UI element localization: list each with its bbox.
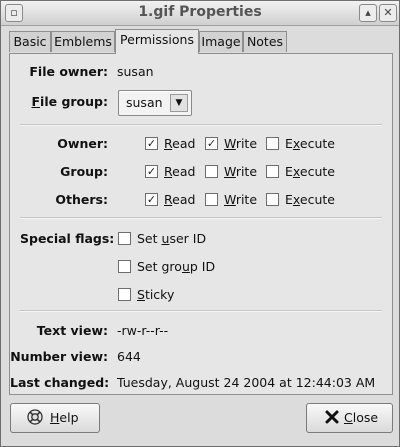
label-text: ead xyxy=(172,136,196,151)
checkbox-label: Sticky xyxy=(137,287,174,302)
mnemonic: x xyxy=(292,136,300,151)
empty-checkbox-icon xyxy=(205,193,218,206)
number-view-value: 644 xyxy=(117,349,141,364)
mnemonic: x xyxy=(292,164,300,179)
label-text: lose xyxy=(352,410,379,425)
tab-basic[interactable]: Basic xyxy=(9,31,51,52)
empty-checkbox-icon xyxy=(266,137,279,150)
close-icon: ✕ xyxy=(383,6,393,19)
mnemonic: R xyxy=(164,136,173,151)
file-group-select[interactable]: susan ▼ xyxy=(118,90,192,116)
mnemonic: x xyxy=(292,192,300,207)
label-text: ecute xyxy=(299,136,335,151)
close-button-label: Close xyxy=(344,410,378,425)
checkbox-label: Write xyxy=(224,164,257,179)
mnemonic: W xyxy=(224,164,236,179)
number-view-label: Number view: xyxy=(10,349,108,364)
mnemonic: R xyxy=(164,192,173,207)
last-changed-value: Tuesday, August 24 2004 at 12:44:03 AM xyxy=(117,375,376,390)
label-text: p ID xyxy=(189,259,216,274)
separator xyxy=(20,124,382,126)
empty-checkbox-icon xyxy=(118,260,131,273)
properties-window: ▫ 1.gif Properties ▴ ✕ Basic Emblems Per… xyxy=(0,0,400,447)
checkmark-icon: ✓ xyxy=(145,193,158,206)
label-text: Set xyxy=(137,231,162,246)
empty-checkbox-icon xyxy=(266,165,279,178)
mnemonic: W xyxy=(224,136,236,151)
owner-perm-label: Owner: xyxy=(57,136,108,151)
checkmark-icon: ✓ xyxy=(205,137,218,150)
special-flags-label: Special flags: xyxy=(20,231,115,246)
mnemonic: u xyxy=(181,259,190,274)
checkbox-label: Read xyxy=(164,136,195,151)
file-owner-label: File owner: xyxy=(29,64,108,79)
separator xyxy=(20,310,382,312)
label-text: ticky xyxy=(144,287,175,302)
checkbox-label: Execute xyxy=(285,164,335,179)
mnemonic: H xyxy=(50,410,60,425)
title-bar[interactable]: ▫ 1.gif Properties ▴ ✕ xyxy=(1,1,399,26)
tab-image[interactable]: Image xyxy=(199,31,243,52)
checkmark-icon: ✓ xyxy=(145,165,158,178)
empty-checkbox-icon xyxy=(118,288,131,301)
mnemonic: W xyxy=(224,192,236,207)
label-text: E xyxy=(285,136,293,151)
label-text: E xyxy=(285,192,293,207)
label-text: rite xyxy=(235,192,258,207)
checkbox-label: Write xyxy=(224,136,257,151)
close-button[interactable]: Close xyxy=(306,403,393,433)
label-text: elp xyxy=(59,410,79,425)
close-icon xyxy=(325,410,339,424)
text-view-value: -rw-r--r-- xyxy=(117,323,169,338)
checkbox-label: Read xyxy=(164,164,195,179)
permissions-panel: File owner: susan File group: susan ▼ Ow… xyxy=(9,53,393,395)
empty-checkbox-icon xyxy=(205,165,218,178)
last-changed-label: Last changed: xyxy=(10,375,110,390)
checkbox-label: Read xyxy=(164,192,195,207)
help-button[interactable]: Help xyxy=(10,403,100,433)
file-group-label-text: ile group: xyxy=(40,94,108,109)
label-text: E xyxy=(285,164,293,179)
label-text: ser ID xyxy=(169,231,207,246)
label-text: Set gro xyxy=(137,259,182,274)
label-text: ead xyxy=(172,192,196,207)
label-text: ead xyxy=(172,164,196,179)
tab-notes[interactable]: Notes xyxy=(243,31,287,52)
minimize-button[interactable]: ▴ xyxy=(359,4,377,22)
checkbox-label: Set group ID xyxy=(137,259,215,274)
checkbox-label: Execute xyxy=(285,192,335,207)
label-text: rite xyxy=(235,164,258,179)
file-group-value: susan xyxy=(126,95,163,110)
file-owner-value: susan xyxy=(117,64,154,79)
file-group-label: File group: xyxy=(20,94,109,109)
window-title: 1.gif Properties xyxy=(138,4,262,20)
minimize-icon: ▴ xyxy=(365,6,371,19)
mnemonic: S xyxy=(137,287,145,302)
checkbox-label: Write xyxy=(224,192,257,207)
checkbox-label: Set user ID xyxy=(137,231,206,246)
empty-checkbox-icon xyxy=(118,232,131,245)
checkmark-icon: ✓ xyxy=(145,137,158,150)
mnemonic: C xyxy=(344,410,353,425)
mnemonic: R xyxy=(164,164,173,179)
window-close-button[interactable]: ✕ xyxy=(379,4,397,22)
file-group-mnemonic: F xyxy=(31,94,41,109)
label-text: ecute xyxy=(299,192,335,207)
tab-emblems[interactable]: Emblems xyxy=(51,31,115,52)
chevron-down-icon: ▼ xyxy=(170,94,188,112)
empty-checkbox-icon xyxy=(266,193,279,206)
group-perm-label: Group: xyxy=(60,164,108,179)
others-perm-label: Others: xyxy=(55,192,108,207)
text-view-label: Text view: xyxy=(36,323,108,338)
help-button-label: Help xyxy=(50,410,79,425)
separator xyxy=(20,217,382,219)
label-text: ecute xyxy=(299,164,335,179)
label-text: rite xyxy=(235,136,258,151)
tab-permissions[interactable]: Permissions xyxy=(115,29,199,54)
checkbox-label: Execute xyxy=(285,136,335,151)
help-lifebuoy-icon xyxy=(27,409,43,425)
